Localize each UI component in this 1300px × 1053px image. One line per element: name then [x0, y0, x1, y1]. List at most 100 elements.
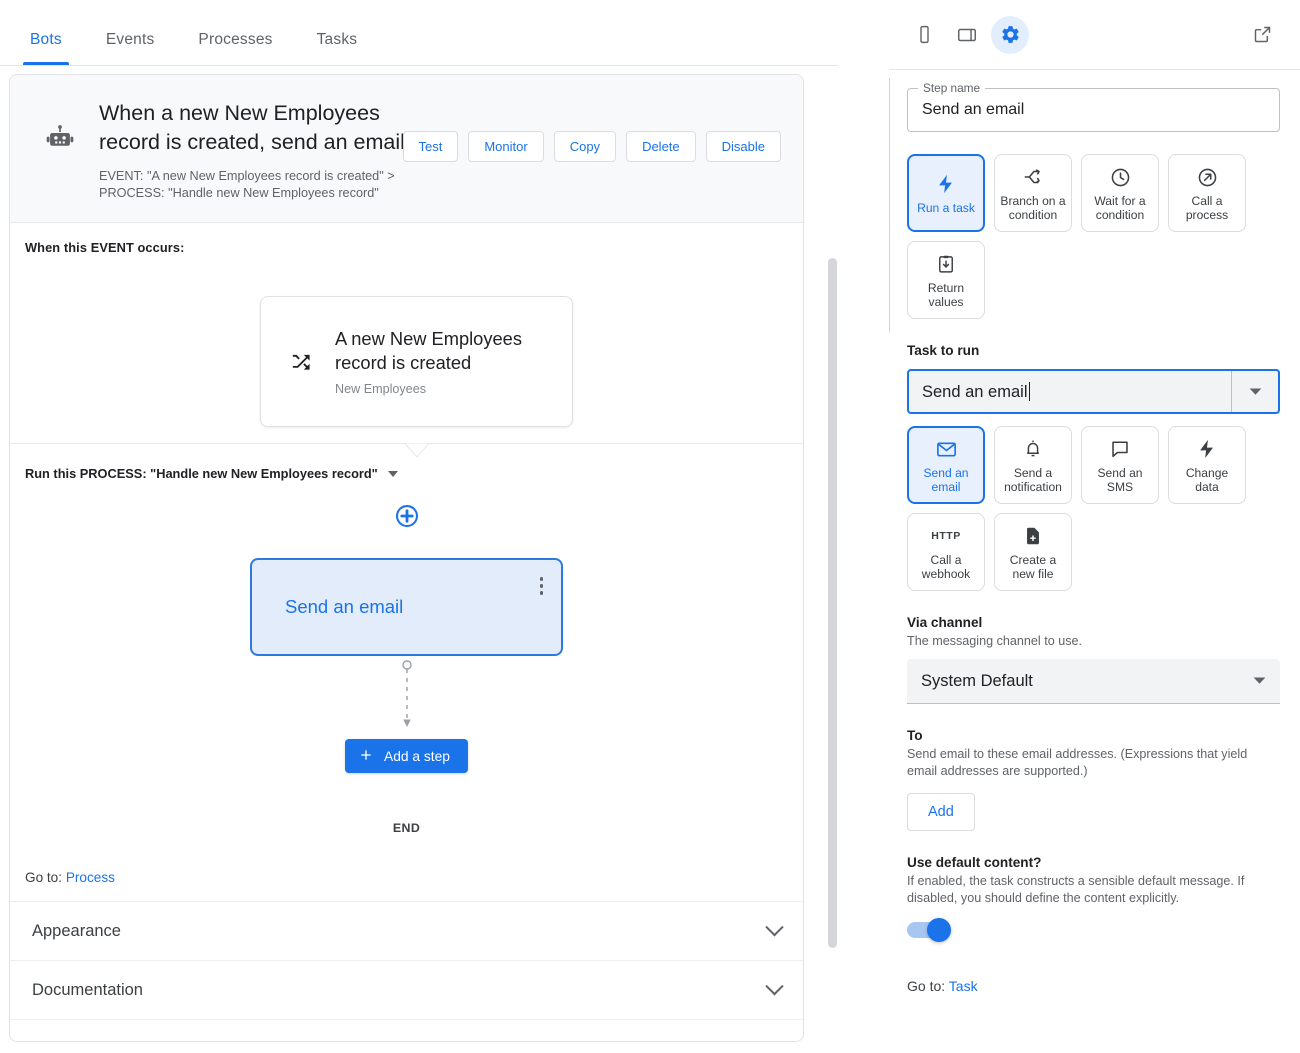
- task-type-label: Send a notification: [1004, 466, 1062, 494]
- arrow-circle-icon: [1196, 164, 1219, 190]
- shuffle-icon: [291, 351, 313, 373]
- default-content-toggle[interactable]: [907, 918, 951, 942]
- step-name-value: Send an email: [922, 101, 1025, 118]
- task-to-run-combobox[interactable]: Send an email: [907, 369, 1280, 414]
- more-options-icon[interactable]: [539, 577, 543, 595]
- event-section-label: When this EVENT occurs:: [25, 240, 185, 255]
- step-name-field[interactable]: Step name Send an email: [907, 81, 1280, 132]
- step-name-legend: Step name: [918, 81, 986, 95]
- inspector-body: Step name Send an email Run a task Branc…: [889, 70, 1300, 1053]
- default-content-title: Use default content?: [907, 855, 1042, 870]
- task-to-run-label: Task to run: [907, 343, 980, 358]
- http-text-icon: HTTP: [931, 530, 961, 542]
- goto-prefix: Go to:: [907, 978, 946, 994]
- via-channel-select[interactable]: System Default: [907, 659, 1280, 704]
- task-type-label: Send an email: [923, 466, 969, 494]
- step-type-label: Branch on a condition: [1000, 194, 1066, 222]
- divider-notch-icon: [391, 443, 443, 458]
- test-button[interactable]: Test: [402, 131, 459, 162]
- flow-connector: [397, 659, 417, 736]
- default-content-desc: If enabled, the task constructs a sensib…: [907, 874, 1245, 905]
- bot-subtitle: EVENT: "A new New Employees record is cr…: [99, 168, 459, 202]
- task-type-tiles: Send an email Send a notification Send a…: [907, 426, 1287, 591]
- add-a-step-button[interactable]: Add a step: [345, 739, 468, 773]
- step-type-label: Wait for a condition: [1094, 194, 1146, 222]
- step-type-label: Call a process: [1185, 194, 1229, 222]
- bolt-icon: [935, 171, 957, 197]
- robot-icon: [43, 121, 77, 155]
- bot-header: When a new New Employees record is creat…: [10, 75, 803, 223]
- bot-subtitle-event: EVENT: "A new New Employees record is cr…: [99, 169, 395, 183]
- inspector-toolbar: [889, 0, 1300, 70]
- open-in-new-icon[interactable]: [1243, 16, 1281, 54]
- to-desc: Send email to these email addresses. (Ex…: [907, 747, 1248, 778]
- disable-button[interactable]: Disable: [705, 131, 781, 162]
- connector-icon: [401, 660, 412, 727]
- plus-icon: [358, 747, 374, 766]
- via-channel-value: System Default: [921, 671, 1033, 690]
- clipboard-down-icon: [935, 251, 957, 277]
- tab-processes[interactable]: Processes: [176, 31, 294, 65]
- task-type-change-data[interactable]: Change data: [1168, 426, 1246, 504]
- step-type-run-a-task[interactable]: Run a task: [907, 154, 985, 232]
- task-type-create-a-new-file[interactable]: Create a new file: [994, 513, 1072, 591]
- accordion-appearance[interactable]: Appearance: [10, 902, 803, 961]
- accordion-documentation[interactable]: Documentation: [10, 961, 803, 1020]
- tab-bots[interactable]: Bots: [8, 31, 84, 65]
- monitor-button[interactable]: Monitor: [468, 131, 544, 162]
- task-type-send-an-sms[interactable]: Send an SMS: [1081, 426, 1159, 504]
- flow-end-label: END: [392, 821, 421, 835]
- task-type-send-an-email[interactable]: Send an email: [907, 426, 985, 504]
- tablet-icon[interactable]: [948, 16, 986, 54]
- task-type-label: Send an SMS: [1097, 466, 1143, 494]
- add-circle-icon[interactable]: [394, 503, 420, 534]
- mail-icon: [935, 436, 958, 462]
- to-title: To: [907, 728, 923, 743]
- inspector-panel: Step name Send an email Run a task Branc…: [889, 0, 1300, 1053]
- chevron-down-icon[interactable]: [387, 470, 398, 477]
- step-type-wait-for-a-condition[interactable]: Wait for a condition: [1081, 154, 1159, 232]
- task-type-send-a-notification[interactable]: Send a notification: [994, 426, 1072, 504]
- step-type-branch-on-a-condition[interactable]: Branch on a condition: [994, 154, 1072, 232]
- chevron-down-icon: [765, 917, 784, 936]
- process-label: Run this PROCESS: "Handle new New Employ…: [25, 466, 378, 481]
- bot-actions: Test Monitor Copy Delete Disable: [402, 131, 781, 162]
- phone-icon[interactable]: [905, 16, 943, 54]
- task-type-call-a-webhook[interactable]: HTTP Call a webhook: [907, 513, 985, 591]
- step-node-send-an-email[interactable]: Send an email: [250, 558, 563, 656]
- file-add-icon: [1022, 523, 1044, 549]
- main-tabbar: Bots Events Processes Tasks: [0, 0, 838, 66]
- tab-tasks[interactable]: Tasks: [295, 31, 380, 65]
- delete-button[interactable]: Delete: [626, 131, 696, 162]
- step-type-call-a-process[interactable]: Call a process: [1168, 154, 1246, 232]
- step-type-label: Return values: [927, 281, 965, 309]
- app-root: Bots Events Processes Tasks When a new N…: [0, 0, 1300, 1053]
- to-add-button[interactable]: Add: [907, 793, 975, 831]
- gear-icon[interactable]: [991, 15, 1029, 54]
- toggle-knob: [927, 918, 951, 942]
- event-card[interactable]: A new New Employees record is created Ne…: [260, 296, 573, 427]
- task-type-label: Change data: [1185, 466, 1229, 494]
- goto-task-link[interactable]: Task: [949, 978, 978, 994]
- dropdown-arrow-icon[interactable]: [1232, 387, 1278, 396]
- bot-subtitle-process: PROCESS: "Handle new New Employees recor…: [99, 186, 379, 200]
- bot-detail-card: When a new New Employees record is creat…: [9, 74, 804, 1042]
- copy-button[interactable]: Copy: [553, 131, 617, 162]
- step-node-label: Send an email: [285, 596, 404, 617]
- goto-prefix: Go to:: [25, 870, 63, 885]
- tab-events[interactable]: Events: [84, 31, 177, 65]
- chat-icon: [1109, 436, 1131, 462]
- accordion-documentation-label: Documentation: [32, 980, 143, 999]
- goto-process-link[interactable]: Process: [66, 870, 115, 885]
- chevron-down-icon: [765, 976, 784, 995]
- clock-icon: [1109, 164, 1132, 190]
- event-card-subtitle: New Employees: [335, 382, 426, 396]
- step-type-return-values[interactable]: Return values: [907, 241, 985, 319]
- bolt-icon: [1196, 436, 1218, 462]
- text-caret: [1028, 381, 1030, 401]
- dropdown-arrow-icon: [1253, 672, 1266, 690]
- left-panel-scrollbar[interactable]: [828, 258, 837, 948]
- bots-panel: Bots Events Processes Tasks When a new N…: [0, 0, 838, 1053]
- goto-task-row: Go to: Task: [907, 978, 1280, 994]
- inspector-scrollbar[interactable]: [889, 78, 894, 332]
